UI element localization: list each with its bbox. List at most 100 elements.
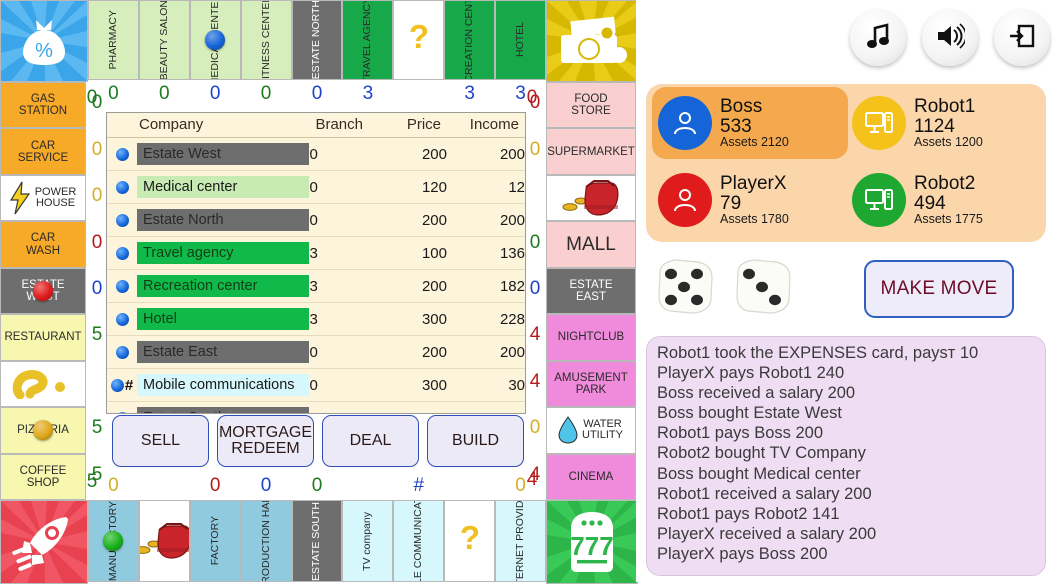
player-card-playerx[interactable]: PlayerX 79 Assets 1780	[652, 164, 848, 236]
board-tile-bottom-production-hall[interactable]: PRODUCTION HALL	[240, 500, 292, 582]
board-tile-bottom-special-1[interactable]	[138, 500, 190, 582]
owner-dot-cell	[107, 170, 137, 204]
board-tile-left-special-6[interactable]	[0, 360, 86, 408]
branch-cell: 0	[309, 401, 369, 413]
board-tile-bottom--[interactable]: ?	[444, 500, 496, 582]
player-card-robot1[interactable]: Robot1 1124 Assets 1200	[846, 87, 1042, 159]
board-tile-bottom-internet-provider[interactable]: INTERNET PROVIDER	[495, 500, 546, 582]
board-tile-right-mall[interactable]: MALL	[546, 221, 636, 268]
company-cell[interactable]: Estate East	[137, 335, 310, 369]
income-cell: 228	[447, 302, 525, 336]
make-move-button[interactable]: MAKE MOVE	[864, 260, 1014, 318]
player-token	[103, 531, 124, 551]
board-tile-left-power-house[interactable]: POWER HOUSE	[0, 174, 86, 222]
branch-cell: 0	[309, 203, 369, 237]
log-entry: PlayerX pays Boss 200	[657, 544, 828, 563]
board-tile-bottom-tv-company[interactable]: TV company	[342, 500, 394, 582]
company-cell[interactable]: Estate South	[137, 401, 310, 413]
event-log[interactable]: Robot1 took the EXPENSES card, payѕт 10 P…	[646, 336, 1046, 576]
price-cell: 120	[369, 170, 447, 204]
sound-button[interactable]	[922, 10, 978, 66]
corner-tile-bottom-left[interactable]	[0, 500, 88, 584]
board-tile-right-nightclub[interactable]: NIGHTCLUB	[546, 314, 636, 361]
table-row[interactable]: Recreation center 3 200 182	[107, 269, 525, 303]
die-right[interactable]	[730, 256, 796, 318]
log-entry: Boss received a salary 200	[657, 384, 856, 403]
th-price: Price	[369, 113, 447, 138]
board-tile-top-medical-center[interactable]: MEDICAL CENTER	[189, 0, 241, 80]
board-tile-left-estate-west[interactable]: ESTATEWEST	[0, 267, 86, 315]
board-tile-right-special-2[interactable]	[546, 174, 636, 222]
board-tile-top-fitness-center[interactable]: FITNESS CENTER	[240, 0, 292, 80]
table-row[interactable]: # Mobile communications 0 300 30	[107, 368, 525, 402]
table-row[interactable]: Estate West 0 200 200	[107, 137, 525, 171]
player-cash: 1124	[914, 115, 955, 137]
table-row[interactable]: Medical center 0 120 12	[107, 170, 525, 204]
properties-table-panel[interactable]: Company Branch Price Income Estate West 0…	[106, 112, 526, 414]
board-tile-left-car-wash[interactable]: CAR WASH	[0, 221, 86, 268]
music-button[interactable]	[850, 10, 906, 66]
table-row[interactable]: Estate East 0 200 200	[107, 335, 525, 369]
branch-cell: 0	[309, 137, 369, 171]
sell-button[interactable]: SELL	[112, 415, 209, 467]
corner-tile-bottom-right[interactable]: 777	[546, 500, 638, 584]
player-name: Robot2	[914, 172, 976, 194]
board-tile-right-estate-east[interactable]: ESTATE EAST	[546, 267, 636, 315]
board-tile-top-travel-agency[interactable]: TRAVEL AGENCY	[342, 0, 394, 80]
tile-counter: 0	[209, 475, 221, 496]
board-tile-bottom-factory[interactable]: FACTORY	[189, 500, 241, 582]
company-cell[interactable]: Estate North	[137, 203, 310, 237]
company-cell[interactable]: Recreation center	[137, 269, 310, 303]
build-button[interactable]: BUILD	[427, 415, 524, 467]
company-cell[interactable]: Estate West	[137, 137, 310, 171]
board-tile-right-supermarket[interactable]: SUPERMARKET	[546, 128, 636, 175]
board-tile-bottom-manufactory[interactable]: MANUFACTORY	[88, 500, 139, 582]
die-left[interactable]	[652, 256, 718, 318]
board-tile-left-car-service[interactable]: CAR SERVICE	[0, 128, 86, 175]
board-tile-left-gas-station[interactable]: GAS STATION	[0, 82, 86, 129]
deal-button[interactable]: DEAL	[322, 415, 419, 467]
avatar	[658, 96, 712, 150]
board-tile-top-hotel[interactable]: HOTEL	[495, 0, 546, 80]
corner-tile-top-left[interactable]: %	[0, 0, 88, 82]
board-tile-left-restaurant[interactable]: RESTAURANT	[0, 314, 86, 361]
board-tile-top-beauty-salon[interactable]: BEAUTY SALON	[138, 0, 190, 80]
board-tile-right-water-utility[interactable]: WATER UTILITY	[546, 407, 636, 454]
table-row[interactable]: Hotel 3 300 228	[107, 302, 525, 336]
company-cell[interactable]: Hotel	[137, 302, 310, 336]
company-cell[interactable]: Medical center	[137, 170, 310, 204]
owner-dot-cell	[107, 335, 137, 369]
board-tile-left-pizzeria[interactable]: PIZZERIA	[0, 407, 86, 454]
tile-counter: 0	[526, 87, 538, 108]
corner-tile-top-right[interactable]	[546, 0, 638, 82]
company-cell[interactable]: Mobile communications	[137, 368, 310, 402]
board-tile-top-recreation-center[interactable]: RECREATION CENTER	[444, 0, 496, 80]
slot-777-icon: 777	[547, 501, 637, 583]
player-card-boss[interactable]: Boss 533 Assets 2120	[652, 87, 848, 159]
board-tile-right-food-store[interactable]: FOOD STORE	[546, 82, 636, 129]
board-tile-bottom-estate-south[interactable]: ESTATE SOUTH	[291, 500, 343, 582]
tile-label: NIGHTCLUB	[557, 331, 625, 344]
camera-icon	[547, 1, 637, 81]
table-row[interactable]: Estate South0200200	[107, 401, 525, 413]
board-tile-top-estate-north[interactable]: ESTATE NORTH	[291, 0, 343, 80]
table-body: Estate West 0 200 200 Medical center 0 120 12 Es…	[107, 137, 525, 413]
board-tile-top--[interactable]: ?	[393, 0, 445, 80]
player-card-robot2[interactable]: Robot2 494 Assets 1775	[846, 164, 1042, 236]
board-tile-left-coffee-shop[interactable]: COFFEE SHOP	[0, 453, 86, 500]
button-label: MORTGAGE REDEEM	[218, 423, 313, 457]
table-row[interactable]: Travel agency 3 100 136	[107, 236, 525, 270]
board-tile-top-pharmacy[interactable]: PHARMACY	[88, 0, 139, 80]
board-tile-bottom-mobile-communications[interactable]: MOBILE COMMUNICATIONS	[393, 500, 445, 582]
table-row[interactable]: Estate North 0 200 200	[107, 203, 525, 237]
company-cell[interactable]: Travel agency	[137, 236, 310, 270]
board-tile-right-cinema[interactable]: CINEMA	[546, 453, 636, 500]
die-icon	[658, 259, 713, 314]
board-tile-right-amusement-park[interactable]: AMUSEMENT PARK	[546, 360, 636, 408]
owner-dot-cell	[107, 401, 137, 413]
mortgage-redeem-button[interactable]: MORTGAGE REDEEM	[217, 415, 314, 467]
svg-text:?: ?	[460, 522, 480, 556]
tile-counter: #	[413, 475, 425, 496]
exit-button[interactable]	[994, 10, 1050, 66]
owner-dot-icon	[115, 312, 129, 326]
